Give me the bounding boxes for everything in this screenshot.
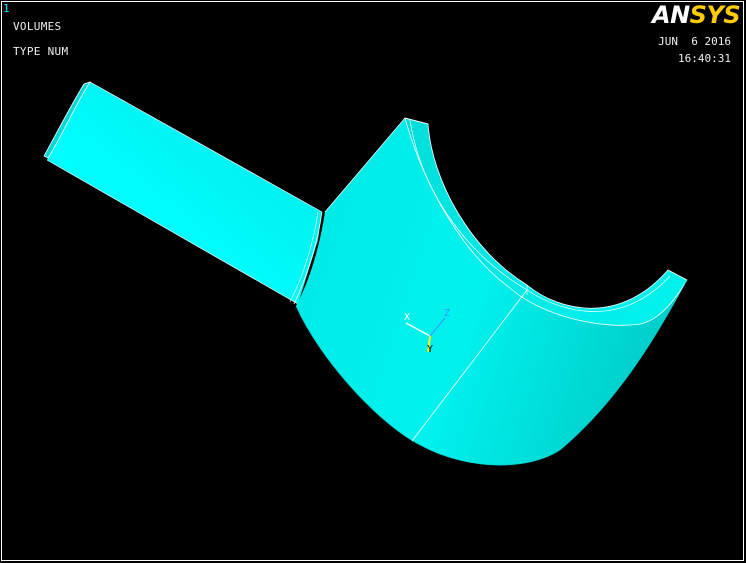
- ansys-logo: ANSYS: [652, 1, 741, 29]
- pipe-volume[interactable]: [47, 82, 322, 304]
- triad-z-label: Z: [444, 308, 450, 319]
- plot-date: JUN 6 2016: [658, 35, 731, 48]
- triad-x-label: X: [404, 312, 410, 323]
- volume-model[interactable]: X Z Y: [0, 0, 746, 563]
- window-number: 1: [3, 2, 10, 15]
- graphics-viewport[interactable]: X Z Y 1 VOLUMES TYPE NUM ANSYS JUN 6 201…: [0, 0, 746, 563]
- plot-time: 16:40:31: [678, 52, 731, 65]
- logo-suffix: SYS: [689, 1, 741, 29]
- plot-title: VOLUMES: [13, 20, 62, 33]
- numbering-label: TYPE NUM: [13, 45, 69, 58]
- saddle-body-volume[interactable]: [296, 118, 687, 466]
- triad-y-label: Y: [427, 344, 433, 355]
- logo-prefix: AN: [652, 1, 690, 29]
